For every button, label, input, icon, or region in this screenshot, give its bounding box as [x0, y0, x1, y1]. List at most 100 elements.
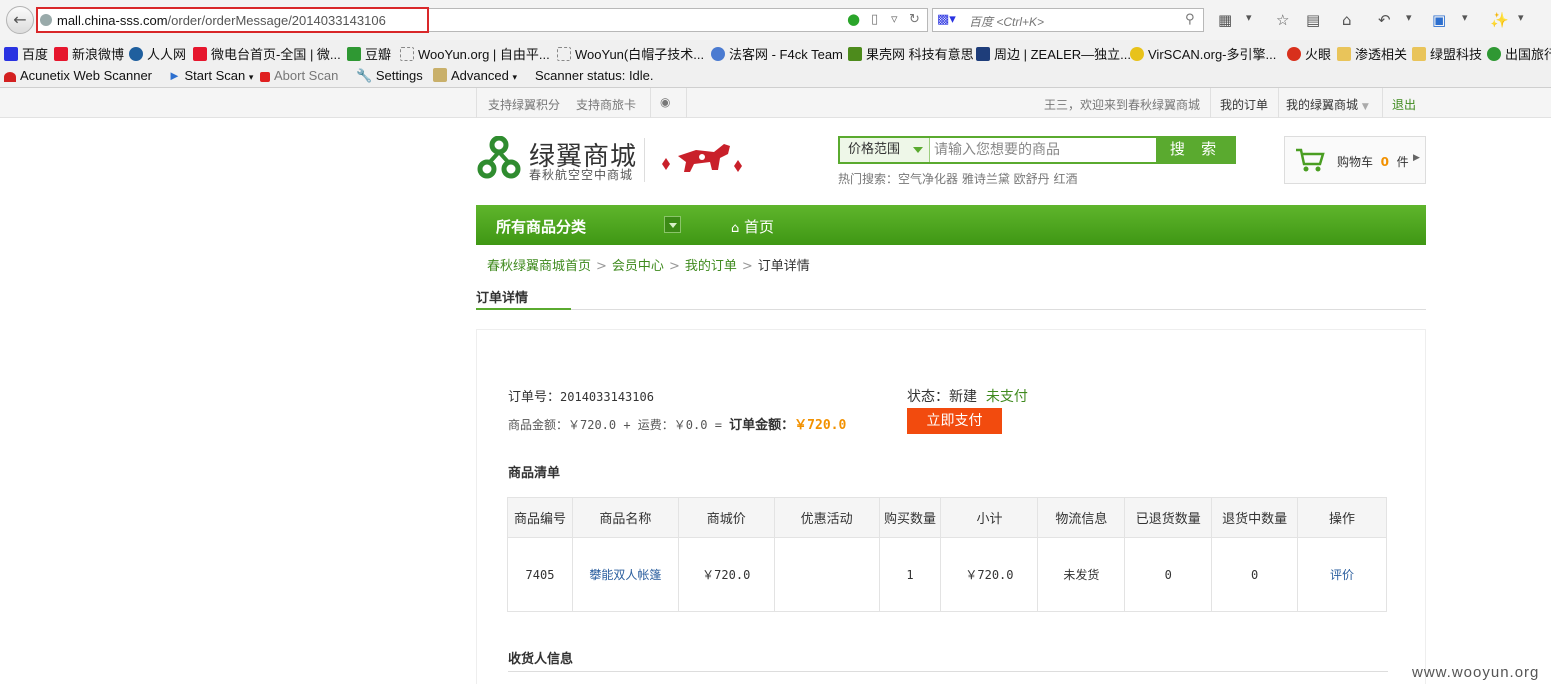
undo-icon[interactable]: ↶ — [1378, 11, 1391, 29]
my-mall-menu[interactable]: 我的绿翼商城 ▼ — [1286, 96, 1369, 113]
travel-icon — [1487, 47, 1501, 61]
order-number: 订单号：2014033143106 — [508, 390, 654, 405]
settings-button[interactable]: 🔧 Settings — [356, 68, 423, 84]
pay-now-button[interactable]: 立即支付 — [907, 408, 1002, 434]
quantity: 1 — [878, 537, 942, 612]
browser-nav-bar: ← mall.china-sss.com/order/orderMessage/… — [0, 0, 1551, 40]
dropdown-arrow-icon[interactable]: ▾ — [1406, 11, 1412, 24]
col-header: 商品名称 — [571, 497, 679, 538]
table-row: 7405 攀能双人帐篷 ￥720.0 1 ￥720.0 未发货 0 0 评价 — [507, 537, 1387, 612]
extension-icon[interactable]: ✨ — [1490, 11, 1509, 29]
bookmark-zealer[interactable]: 周边 | ZEALER—独立... — [976, 44, 1131, 63]
welcome-text: 王三，欢迎来到春秋绿翼商城 — [1044, 98, 1201, 112]
acunetix-title[interactable]: Acunetix Web Scanner — [4, 68, 152, 83]
cart-button[interactable]: 购物车 0 件 ▶ — [1284, 136, 1426, 184]
col-header: 操作 — [1297, 497, 1387, 538]
product-id: 7405 — [507, 537, 573, 612]
folder-icon — [1337, 47, 1351, 61]
start-scan-button[interactable]: ► Start Scan ▾ — [168, 68, 253, 83]
my-orders-link[interactable]: 我的订单 — [1220, 96, 1268, 113]
col-header: 物流信息 — [1037, 497, 1126, 538]
weibo-icon[interactable]: ◉ — [660, 95, 670, 109]
review-link[interactable]: 评价 — [1297, 537, 1387, 612]
chevron-down-icon[interactable] — [664, 216, 681, 233]
bookmark-folder-pentest[interactable]: 渗透相关 — [1337, 44, 1407, 63]
price-range-select[interactable]: 价格范围 — [840, 138, 930, 162]
hot-search-terms[interactable]: 空气净化器 雅诗兰黛 欧舒丹 红酒 — [898, 172, 1077, 186]
search-input[interactable] — [932, 138, 1154, 162]
bookmark-travel[interactable]: 出国旅行 — [1487, 44, 1551, 63]
dropdown-arrow-icon[interactable]: ▿ — [891, 12, 898, 27]
zealer-icon — [976, 47, 990, 61]
bookmark-weidiantai[interactable]: 微电台首页-全国 | 微... — [193, 44, 341, 63]
breadcrumb-home[interactable]: 春秋绿翼商城首页 — [487, 259, 591, 274]
tab-underline — [476, 308, 571, 310]
bookmark-baidu[interactable]: 百度 — [4, 44, 48, 63]
bookmark-renren[interactable]: 人人网 — [129, 44, 186, 63]
bookmark-wooyun[interactable]: WooYun(白帽子技术... — [557, 44, 704, 63]
support-points-link[interactable]: 支持绿翼积分 — [488, 96, 560, 113]
douban-icon — [347, 47, 361, 61]
advanced-button[interactable]: Advanced ▾ — [433, 68, 517, 83]
browser-search-bar[interactable]: ▩▾ 百度 <Ctrl+K> ⚲ — [932, 8, 1204, 32]
site-search-box: 价格范围 搜 索 — [838, 136, 1236, 164]
scanner-status: Scanner status: Idle. — [535, 68, 654, 83]
home-icon[interactable]: ⌂ — [1342, 11, 1352, 29]
product-name-link[interactable]: 攀能双人帐篷 — [571, 537, 679, 612]
menu-arrow-icon[interactable]: ▾ — [1518, 11, 1524, 24]
logo-icon[interactable] — [476, 136, 522, 182]
items-table: 商品编号 商品名称 商城价 优惠活动 购买数量 小计 物流信息 已退货数量 退货… — [507, 497, 1387, 612]
stop-icon — [260, 72, 270, 82]
bookmark-star-icon[interactable]: ☆ — [1276, 11, 1289, 29]
bookmark-f4ck[interactable]: 法客网 - F4ck Team — [711, 44, 843, 63]
chevron-right-icon: > — [596, 259, 607, 274]
bookmark-weibo[interactable]: 新浪微博 — [54, 44, 124, 63]
bookmark-douban[interactable]: 豆瓣 — [347, 44, 391, 63]
advanced-icon — [433, 68, 447, 82]
hot-searches: 热门搜索：空气净化器 雅诗兰黛 欧舒丹 红酒 — [838, 170, 1077, 187]
url-highlight-box — [36, 7, 429, 33]
main-nav: 所有商品分类 ⌂ 首页 — [476, 205, 1426, 245]
divider — [1382, 88, 1383, 118]
chevron-right-icon: ▶ — [1413, 153, 1420, 163]
support-card-link[interactable]: 支持商旅卡 — [576, 96, 636, 113]
mobile-icon[interactable]: ▯ — [871, 12, 878, 27]
acunetix-icon — [4, 72, 16, 82]
all-categories-menu[interactable]: 所有商品分类 — [496, 216, 586, 237]
shopping-cart-icon — [1296, 148, 1325, 172]
search-icon[interactable]: ⚲ — [1185, 12, 1195, 27]
back-arrow-icon[interactable]: ← — [6, 6, 34, 34]
logout-link[interactable]: 退出 — [1392, 96, 1416, 113]
returning-qty: 0 — [1211, 537, 1299, 612]
chevron-right-icon: > — [668, 259, 680, 274]
chevron-down-icon — [913, 147, 923, 153]
logistics-status: 未发货 — [1037, 537, 1126, 612]
order-amount: 商品金额：￥720.0 + 运费：￥0.0 = 订单金额：￥720.0 — [508, 418, 847, 433]
watermark: www.wooyun.org — [1412, 664, 1540, 681]
addon-icon[interactable]: ▣ — [1432, 11, 1446, 29]
bookmark-virscan[interactable]: VirSCAN.org-多引擎... — [1130, 44, 1276, 63]
weibo-icon — [193, 47, 207, 61]
bookmark-wooyun-org[interactable]: WooYun.org | 自由平... — [400, 44, 550, 63]
order-status: 状态：新建 未支付 — [907, 389, 1028, 405]
screenshot-icon[interactable]: ▦ — [1218, 11, 1232, 29]
bookmark-folder-nsfocus[interactable]: 绿盟科技 — [1412, 44, 1482, 63]
folder-icon — [1412, 47, 1426, 61]
breadcrumb-orders[interactable]: 我的订单 — [685, 259, 737, 274]
dropdown-arrow-icon[interactable]: ▾ — [1246, 11, 1252, 24]
breadcrumb-member[interactable]: 会员中心 — [612, 259, 664, 274]
col-header: 商城价 — [677, 497, 775, 538]
bookmarks-list-icon[interactable]: ▤ — [1306, 11, 1320, 29]
tab-order-detail[interactable]: 订单详情 — [476, 287, 528, 306]
nav-home[interactable]: ⌂ 首页 — [731, 216, 774, 237]
baidu-search-engine-icon[interactable]: ▩▾ — [937, 12, 956, 27]
reload-icon[interactable]: ↻ — [909, 12, 920, 27]
cart-count: 0 — [1380, 155, 1390, 169]
search-button[interactable]: 搜 索 — [1156, 136, 1236, 164]
go-arrow-icon[interactable]: ● — [847, 10, 860, 28]
abort-scan-button[interactable]: Abort Scan — [260, 68, 338, 83]
bookmark-guokr[interactable]: 果壳网 科技有意思 — [848, 44, 974, 63]
page-icon — [400, 47, 414, 61]
bookmark-huoyan[interactable]: 火眼 — [1287, 44, 1331, 63]
dropdown-arrow-icon[interactable]: ▾ — [1462, 11, 1468, 24]
